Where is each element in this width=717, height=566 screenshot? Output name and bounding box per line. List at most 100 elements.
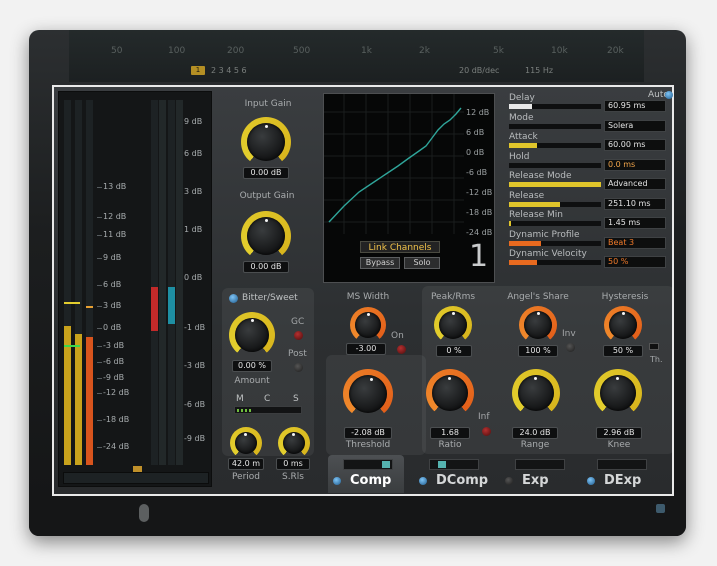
band-selector[interactable]: 2 3 4 5 6 <box>211 66 247 75</box>
parameter-row[interactable]: Mode Solera <box>509 113 669 133</box>
parameter-value[interactable]: Solera <box>604 119 666 132</box>
tab-slider[interactable] <box>597 459 647 470</box>
meter-tick <box>97 420 102 421</box>
parameter-name: Release <box>509 190 545 201</box>
parameter-value[interactable]: Beat 3 <box>604 236 666 249</box>
tab-dcomp[interactable]: DComp <box>414 455 490 493</box>
peak-rms-label: Peak/Rms <box>430 292 476 302</box>
gr-scale-label: 3 dB <box>184 187 203 196</box>
tab-slider[interactable] <box>515 459 565 470</box>
graph-scale-label: -24 dB <box>466 228 493 237</box>
parameter-value[interactable]: 0.0 ms <box>604 158 666 171</box>
tab-led[interactable] <box>505 477 513 485</box>
ratio-knob[interactable] <box>426 369 474 417</box>
parameter-value[interactable]: 251.10 ms <box>604 197 666 210</box>
peak-rms-knob[interactable] <box>434 306 472 344</box>
meter-tick <box>97 235 102 236</box>
solo-button[interactable]: Solo <box>404 257 440 269</box>
angels-share-value[interactable]: 100 % <box>518 345 558 357</box>
auto-led[interactable] <box>665 91 673 99</box>
frequency-label: 1k <box>361 46 372 56</box>
parameter-row[interactable]: Release Min 1.45 ms <box>509 210 669 230</box>
tab-led[interactable] <box>587 477 595 485</box>
ms-on-led[interactable] <box>397 345 406 354</box>
parameter-row[interactable]: Release 251.10 ms <box>509 191 669 211</box>
tab-comp[interactable]: Comp <box>328 455 404 493</box>
link-channels-button[interactable]: Link Channels <box>360 241 440 253</box>
parameter-value[interactable]: Advanced <box>604 178 666 190</box>
input-gain-knob[interactable] <box>241 117 291 167</box>
parameter-slider[interactable] <box>509 104 601 109</box>
band-badge[interactable]: 1 <box>191 66 205 75</box>
tab-dexp[interactable]: DExp <box>582 455 658 493</box>
spectrum-header: 50 100 200 500 1k 2k 5k 10k 20k 1 2 3 4 5 6 20 d… <box>69 30 644 82</box>
parameter-slider[interactable] <box>509 162 601 168</box>
ms-width-value[interactable]: -3.00 <box>346 343 386 355</box>
parameter-slider[interactable] <box>509 182 601 187</box>
threshold-value[interactable]: -2.08 dB <box>344 427 392 439</box>
output-gain-value[interactable]: 0.00 dB <box>243 261 289 273</box>
stereo-release-knob[interactable] <box>278 427 310 459</box>
period-knob[interactable] <box>230 427 262 459</box>
parameter-row[interactable]: Dynamic Profile Beat 3 <box>509 230 669 250</box>
parameter-row[interactable]: Dynamic Velocity 50 % <box>509 249 669 269</box>
mid-label: M <box>236 394 244 404</box>
meter-tick <box>97 328 102 329</box>
post-led[interactable] <box>294 363 303 372</box>
parameter-slider[interactable] <box>509 123 601 129</box>
tab-led[interactable] <box>333 477 341 485</box>
input-gain-value[interactable]: 0.00 dB <box>243 167 289 179</box>
knee-knob[interactable] <box>594 369 642 417</box>
peak-marker <box>86 306 93 308</box>
hysteresis-value[interactable]: 50 % <box>603 345 643 357</box>
parameter-row[interactable]: Release Mode Advanced <box>509 171 669 191</box>
balance-marker[interactable] <box>133 466 142 472</box>
parameter-slider[interactable] <box>509 143 601 148</box>
tab-led[interactable] <box>419 477 427 485</box>
range-knob[interactable] <box>512 369 560 417</box>
inv-led[interactable] <box>566 343 575 352</box>
tab-slider[interactable] <box>429 459 479 470</box>
ms-width-label: MS Width <box>346 292 390 302</box>
hysteresis-knob[interactable] <box>604 306 642 344</box>
parameter-slider[interactable] <box>509 240 601 246</box>
corner-button[interactable] <box>656 504 665 513</box>
hysteresis-label: Hysteresis <box>601 292 649 302</box>
meter-scale-label: 3 dB <box>103 301 122 310</box>
tab-exp[interactable]: Exp <box>500 455 576 493</box>
parameter-row[interactable]: Delay 60.95 ms <box>509 93 669 113</box>
parameter-value[interactable]: 1.45 ms <box>604 217 666 229</box>
range-value[interactable]: 24.0 dB <box>512 427 558 439</box>
ms-width-knob[interactable] <box>350 307 386 343</box>
ratio-value[interactable]: 1.68 <box>430 427 470 439</box>
parameter-value[interactable]: 50 % <box>604 256 666 268</box>
parameter-slider[interactable] <box>509 260 601 265</box>
threshold-knob[interactable] <box>343 369 393 419</box>
parameter-slider[interactable] <box>509 221 601 226</box>
meter-gap <box>176 100 183 465</box>
bitter-sweet-value[interactable]: 0.00 % <box>232 360 272 372</box>
frequency-label: 10k <box>551 46 568 56</box>
input-meter-right <box>75 100 82 465</box>
parameter-value[interactable]: 60.00 ms <box>604 139 666 151</box>
knee-value[interactable]: 2.96 dB <box>596 427 642 439</box>
tab-label: DComp <box>436 473 489 488</box>
parameter-row[interactable]: Hold 0.0 ms <box>509 152 669 172</box>
period-value[interactable]: 42.0 m <box>228 458 264 470</box>
parameter-value[interactable]: 60.95 ms <box>604 100 666 112</box>
peak-rms-value[interactable]: 0 % <box>436 345 472 357</box>
hysteresis-toggle[interactable] <box>649 343 659 350</box>
gc-led[interactable] <box>294 331 303 340</box>
bitter-sweet-knob[interactable] <box>229 312 275 358</box>
output-gain-knob[interactable] <box>241 211 291 261</box>
tab-slider[interactable] <box>343 459 393 470</box>
meter-balance[interactable] <box>63 472 209 484</box>
parameter-slider[interactable] <box>509 201 601 207</box>
parameter-row[interactable]: Attack 60.00 ms <box>509 132 669 152</box>
scroll-handle[interactable] <box>139 504 149 522</box>
inf-led[interactable] <box>482 427 491 436</box>
bitter-sweet-led[interactable] <box>229 294 238 303</box>
angels-share-knob[interactable] <box>519 306 557 344</box>
stereo-release-value[interactable]: 0 ms <box>276 458 310 470</box>
bypass-button[interactable]: Bypass <box>360 257 400 269</box>
